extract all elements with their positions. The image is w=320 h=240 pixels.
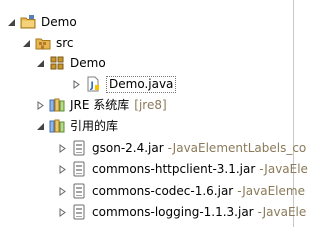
src-label: src (56, 36, 74, 50)
tree-row-jre[interactable]: JRE 系统库 [jre8] (0, 95, 320, 115)
expanded-chevron-icon[interactable] (21, 38, 31, 48)
expanded-chevron-icon[interactable] (6, 17, 16, 27)
jar-icon (71, 204, 87, 220)
tree-row-project[interactable]: Demo (0, 12, 300, 32)
package-label: Demo (70, 56, 106, 70)
jar-suffix: -JavaEle (257, 205, 307, 219)
jre-label: JRE 系统库 (70, 98, 130, 112)
jar-label: commons-logging-1.1.3.jar (92, 205, 254, 219)
jar-icon (71, 183, 87, 199)
collapsed-chevron-icon[interactable] (57, 207, 67, 217)
collapsed-chevron-icon[interactable] (57, 143, 67, 153)
package-icon (49, 55, 65, 71)
tree-row-src[interactable]: src (0, 33, 315, 53)
tree-row-jar[interactable]: commons-httpclient-3.1.jar -JavaEle (0, 159, 320, 179)
tree-row-jar[interactable]: commons-codec-1.6.jar -JavaEleme (0, 181, 320, 201)
jre-version: [jre8] (134, 98, 167, 112)
library-icon (49, 118, 65, 134)
referenced-libraries-label: 引用的库 (70, 119, 119, 133)
svg-text:J: J (90, 81, 94, 91)
collapsed-chevron-icon[interactable] (57, 164, 67, 174)
collapsed-chevron-icon[interactable] (57, 186, 67, 196)
project-folder-icon (20, 14, 36, 30)
jar-label: commons-codec-1.6.jar (92, 184, 234, 198)
tree-row-java-file[interactable]: J Demo.java (0, 74, 320, 94)
tree-row-jar[interactable]: commons-logging-1.1.3.jar -JavaEle (0, 202, 320, 222)
collapsed-chevron-icon[interactable] (35, 100, 45, 110)
tree-row-referenced-libraries[interactable]: 引用的库 (0, 116, 320, 136)
library-icon (49, 97, 65, 113)
expanded-chevron-icon[interactable] (35, 58, 45, 68)
expanded-chevron-icon[interactable] (35, 121, 45, 131)
java-file-label: Demo.java (106, 75, 177, 93)
jar-suffix: -JavaEle (259, 162, 308, 176)
source-folder-icon (35, 35, 51, 51)
scrolled-off-row (0, 0, 294, 6)
jar-icon (71, 161, 87, 177)
jar-label: commons-httpclient-3.1.jar (92, 162, 256, 176)
jar-suffix: -JavaElementLabels_co (167, 141, 307, 155)
project-label: Demo (41, 15, 77, 29)
jar-suffix: -JavaEleme (237, 184, 305, 198)
jar-label: gson-2.4.jar (92, 141, 164, 155)
collapsed-chevron-icon[interactable] (71, 79, 81, 89)
java-file-icon: J (85, 76, 101, 92)
jar-icon (71, 140, 87, 156)
tree-row-package[interactable]: Demo (0, 53, 320, 73)
tree-row-jar[interactable]: gson-2.4.jar -JavaElementLabels_co (0, 138, 320, 158)
